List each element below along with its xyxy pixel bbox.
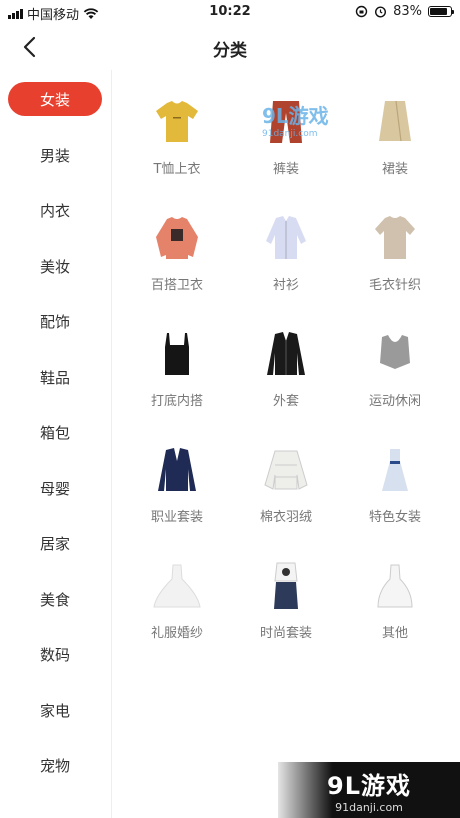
category-label: 礼服婚纱 [150,626,203,641]
category-fashion-set[interactable]: 时尚套装 [231,558,341,668]
sidebar-item-baby[interactable]: 母婴 [8,471,102,505]
watermark-mid-text: 9L游戏 [262,104,329,128]
sidebar-item-bags[interactable]: 箱包 [8,415,102,449]
category-tshirt[interactable]: T恤上衣 [122,94,232,204]
category-sweatshirt[interactable]: 百搭卫衣 [122,210,232,320]
category-jacket[interactable]: 外套 [231,326,341,436]
category-label: 打底内搭 [150,394,203,409]
category-featured[interactable]: 特色女装 [340,442,450,552]
alarm-icon [375,6,387,18]
sweater-icon [367,210,423,266]
watermark-text: 9L游戏 [327,772,411,800]
dress-icon [367,442,423,498]
blazer-icon [149,442,205,498]
camisole-icon [149,326,205,382]
sidebar-item-women[interactable]: 女装 [8,82,102,116]
outfit-icon [258,558,314,614]
category-label: 时尚套装 [259,626,312,641]
category-camisole[interactable]: 打底内搭 [122,326,232,436]
sidebar-item-digital[interactable]: 数码 [8,637,102,671]
category-label: 职业套装 [150,510,203,525]
battery-icon [428,6,454,17]
sidebar-item-underwear[interactable]: 内衣 [8,193,102,227]
battery-percent: 83% [393,4,422,19]
category-business[interactable]: 职业套装 [122,442,232,552]
category-label: 裤装 [272,162,299,177]
sidebar-item-makeup[interactable]: 美妆 [8,249,102,283]
sidebar-item-appliances[interactable]: 家电 [8,693,102,727]
tshirt-icon [149,94,205,150]
shirt-icon [258,210,314,266]
category-sweater[interactable]: 毛衣针织 [340,210,450,320]
category-label: 裙装 [381,162,408,177]
category-wedding[interactable]: 礼服婚纱 [122,558,232,668]
category-label: 衬衫 [272,278,299,293]
category-down[interactable]: 棉衣羽绒 [231,442,341,552]
watermark-mid-url: 91danji.com [262,129,318,139]
category-sidebar: 女装 男装 内衣 美妆 配饰 鞋品 箱包 母婴 居家 美食 数码 家电 宠物 [0,70,112,818]
jacket-icon [258,326,314,382]
category-label: T恤上衣 [153,162,201,177]
status-bar: 中国移动 10:22 83% [0,0,460,24]
category-label: 百搭卫衣 [150,278,203,293]
category-skirt[interactable]: 裙装 [340,94,450,204]
category-label: 其他 [381,626,408,641]
category-sports[interactable]: 运动休闲 [340,326,450,436]
sidebar-item-home[interactable]: 居家 [8,526,102,560]
category-label: 毛衣针织 [368,278,421,293]
category-label: 棉衣羽绒 [259,510,312,525]
wedding-dress-icon [149,558,205,614]
sidebar-item-shoes[interactable]: 鞋品 [8,360,102,394]
category-other[interactable]: 其他 [340,558,450,668]
watermark-logo-mid: 9L游戏 91danji.com [262,100,329,139]
category-label: 外套 [272,394,299,409]
sidebar-item-accessories[interactable]: 配饰 [8,304,102,338]
down-jacket-icon [258,442,314,498]
page-title: 分类 [213,41,247,61]
gown-icon [367,558,423,614]
category-shirt[interactable]: 衬衫 [231,210,341,320]
category-label: 特色女装 [368,510,421,525]
category-label: 运动休闲 [368,394,421,409]
skirt-icon [367,94,423,150]
sidebar-item-pets[interactable]: 宠物 [8,748,102,782]
watermark-logo: 9L游戏 91danji.com [278,762,460,818]
sweatshirt-icon [149,210,205,266]
status-right: 83% [355,4,454,19]
category-grid: T恤上衣 裤装 裙装 百搭卫衣 衬衫 毛衣针织 打底内搭 外套 运动休闲 职业套… [113,70,460,818]
orientation-lock-icon [355,5,368,18]
sidebar-item-food[interactable]: 美食 [8,582,102,616]
nav-bar: 分类 [0,24,460,70]
sports-bra-icon [367,326,423,382]
sidebar-item-men[interactable]: 男装 [8,138,102,172]
watermark-url: 91danji.com [335,801,403,814]
